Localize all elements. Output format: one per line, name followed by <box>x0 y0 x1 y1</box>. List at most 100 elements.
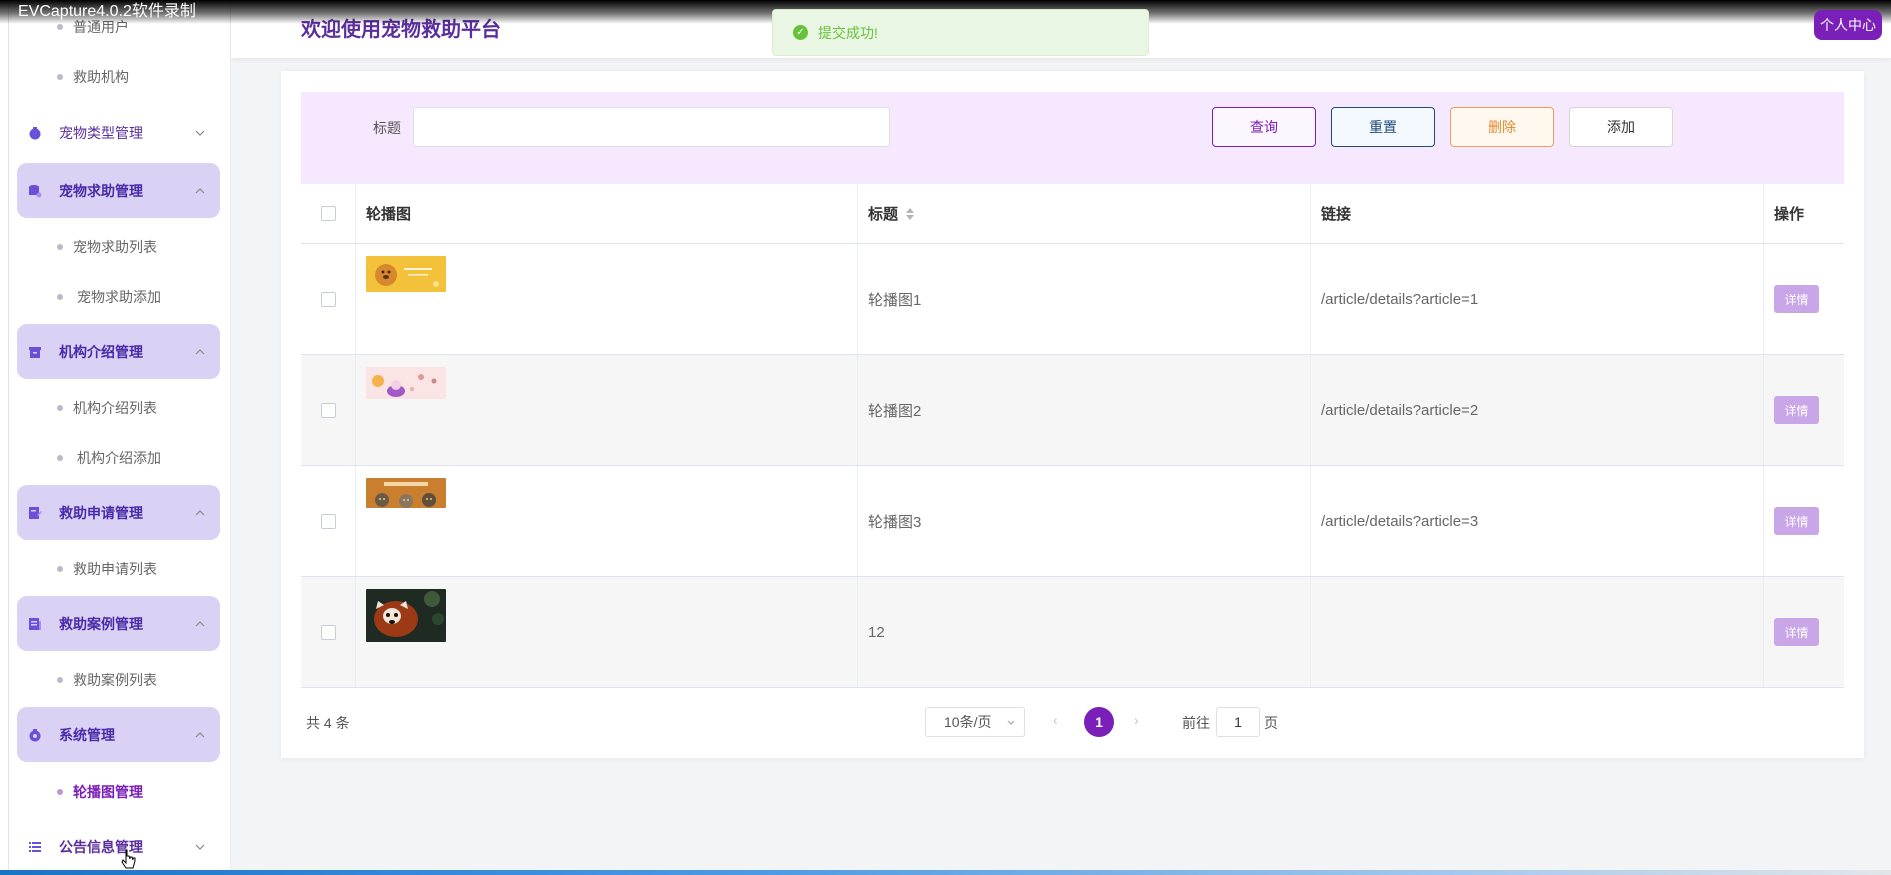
sidebar-edge <box>8 0 9 875</box>
bullet-icon <box>57 74 63 80</box>
sidebar-item-label: 救助申请列表 <box>73 561 157 577</box>
row-checkbox-cell <box>301 577 355 687</box>
sidebar-item-label: 救助案例列表 <box>73 672 157 688</box>
goto-page-input[interactable] <box>1216 707 1260 737</box>
bullet-icon <box>57 405 63 411</box>
link-cell: /article/details?article=1 <box>1310 244 1763 354</box>
sidebar-group-pet-help[interactable]: 宠物求助管理 <box>17 163 220 218</box>
table-row: 轮播图1 /article/details?article=1 详情 <box>301 244 1844 355</box>
document-edit-icon <box>27 505 43 521</box>
personal-center-button[interactable]: 个人中心 <box>1814 10 1882 40</box>
sidebar-group-label: 救助申请管理 <box>59 504 143 521</box>
reset-button[interactable]: 重置 <box>1331 107 1435 147</box>
sidebar-group-system[interactable]: 系统管理 <box>17 707 220 762</box>
next-page-icon[interactable]: › <box>1134 712 1139 728</box>
header-checkbox-cell <box>301 184 355 243</box>
sidebar-item-pet-help-add[interactable]: 宠物求助添加 <box>57 286 161 308</box>
chevron-down-icon <box>1006 715 1016 732</box>
link-cell: /article/details?article=2 <box>1310 355 1763 465</box>
sidebar-group-label: 机构介绍管理 <box>59 343 143 360</box>
table-header: 轮播图 标题 链接 操作 <box>301 184 1844 244</box>
delete-button[interactable]: 删除 <box>1450 107 1554 147</box>
sidebar-group-label: 宠物类型管理 <box>59 124 143 141</box>
detail-button[interactable]: 详情 <box>1774 618 1819 646</box>
bullet-icon <box>57 566 63 572</box>
toast-message: 提交成功! <box>818 24 878 41</box>
page-size-value: 10条/页 <box>944 714 992 730</box>
row-checkbox[interactable] <box>320 402 336 418</box>
sidebar-item-rescue-apply-list[interactable]: 救助申请列表 <box>57 558 157 580</box>
row-checkbox[interactable] <box>320 291 336 307</box>
detail-button[interactable]: 详情 <box>1774 396 1819 424</box>
sidebar-item-label: 宠物求助列表 <box>73 239 157 255</box>
system-icon <box>27 727 43 743</box>
goto-prefix: 前往 <box>1182 715 1210 731</box>
sidebar-item-label: 轮播图管理 <box>73 784 143 800</box>
carousel-table: 轮播图 标题 链接 操作 轮播图1 /article/details?artic… <box>301 184 1844 688</box>
row-checkbox[interactable] <box>320 513 336 529</box>
sidebar-item-rescue-case-list[interactable]: 救助案例列表 <box>57 669 157 691</box>
column-header-image: 轮播图 <box>355 184 857 243</box>
page-number-current[interactable]: 1 <box>1084 707 1114 737</box>
chevron-down-icon <box>188 130 212 136</box>
sidebar-item-carousel[interactable]: 轮播图管理 <box>57 781 143 803</box>
pet-type-icon <box>27 125 43 141</box>
row-checkbox[interactable] <box>320 624 336 640</box>
prev-page-icon[interactable]: ‹ <box>1053 712 1058 728</box>
bullet-icon <box>57 294 63 300</box>
chevron-up-icon <box>188 620 212 627</box>
sidebar-item-rescue-orgs[interactable]: 救助机构 <box>57 66 129 88</box>
success-toast: ✓ 提交成功! <box>772 9 1149 56</box>
page-size-select[interactable]: 10条/页 <box>925 707 1025 737</box>
column-header-label: 标题 <box>868 206 899 223</box>
sidebar-group-pet-type[interactable]: 宠物类型管理 <box>17 105 220 160</box>
row-checkbox-cell <box>301 244 355 354</box>
chevron-up-icon <box>188 348 212 355</box>
column-header-action: 操作 <box>1763 184 1844 243</box>
chevron-up-icon <box>188 509 212 516</box>
detail-button[interactable]: 详情 <box>1774 285 1819 313</box>
mouse-pointer-icon <box>121 849 137 874</box>
table-row: 12 详情 <box>301 577 1844 688</box>
horizontal-scrollbar[interactable] <box>0 870 1891 875</box>
column-header-link: 链接 <box>1310 184 1763 243</box>
add-button[interactable]: 添加 <box>1569 107 1673 147</box>
sidebar-item-pet-help-list[interactable]: 宠物求助列表 <box>57 236 157 258</box>
detail-button[interactable]: 详情 <box>1774 507 1819 535</box>
title-cell: 轮播图3 <box>857 466 1310 576</box>
search-label: 标题 <box>373 120 401 136</box>
sidebar-item-org-intro-add[interactable]: 机构介绍添加 <box>57 447 161 469</box>
database-icon <box>27 183 43 199</box>
document-icon <box>27 616 43 632</box>
title-cell: 12 <box>857 577 1310 687</box>
sidebar-group-org-intro[interactable]: 机构介绍管理 <box>17 324 220 379</box>
sort-icon[interactable] <box>906 207 915 220</box>
query-button[interactable]: 查询 <box>1212 107 1316 147</box>
page-title: 欢迎使用宠物救助平台 <box>301 19 501 41</box>
image-cell <box>355 466 857 576</box>
chevron-up-icon <box>188 731 212 738</box>
bullet-icon <box>57 24 63 30</box>
title-cell: 轮播图1 <box>857 244 1310 354</box>
row-checkbox-cell <box>301 355 355 465</box>
action-cell: 详情 <box>1763 355 1844 465</box>
sidebar-item-org-intro-list[interactable]: 机构介绍列表 <box>57 397 157 419</box>
action-cell: 详情 <box>1763 244 1844 354</box>
archive-icon <box>27 344 43 360</box>
table-row: 轮播图2 /article/details?article=2 详情 <box>301 355 1844 466</box>
sidebar-group-label: 系统管理 <box>59 726 115 743</box>
bullet-icon <box>57 455 63 461</box>
bullet-icon <box>57 244 63 250</box>
sidebar-group-rescue-case[interactable]: 救助案例管理 <box>17 596 220 651</box>
banner-pink-cats-thumbnail <box>366 367 446 399</box>
select-all-checkbox[interactable] <box>320 206 336 221</box>
sidebar-group-announcement[interactable]: 公告信息管理 <box>17 819 220 874</box>
sidebar-item-label: 救助机构 <box>73 69 129 85</box>
sidebar-group-rescue-apply[interactable]: 救助申请管理 <box>17 485 220 540</box>
red-panda-photo-thumbnail <box>366 589 446 642</box>
column-header-title[interactable]: 标题 <box>857 184 1310 243</box>
banner-cats-orange-thumbnail <box>366 478 446 508</box>
sidebar: 普通用户 救助机构 宠物类型管理 宠物求助管理 宠物求助列表 宠物求助添加 机构… <box>0 0 231 875</box>
title-search-input[interactable] <box>413 107 890 147</box>
image-cell <box>355 244 857 354</box>
